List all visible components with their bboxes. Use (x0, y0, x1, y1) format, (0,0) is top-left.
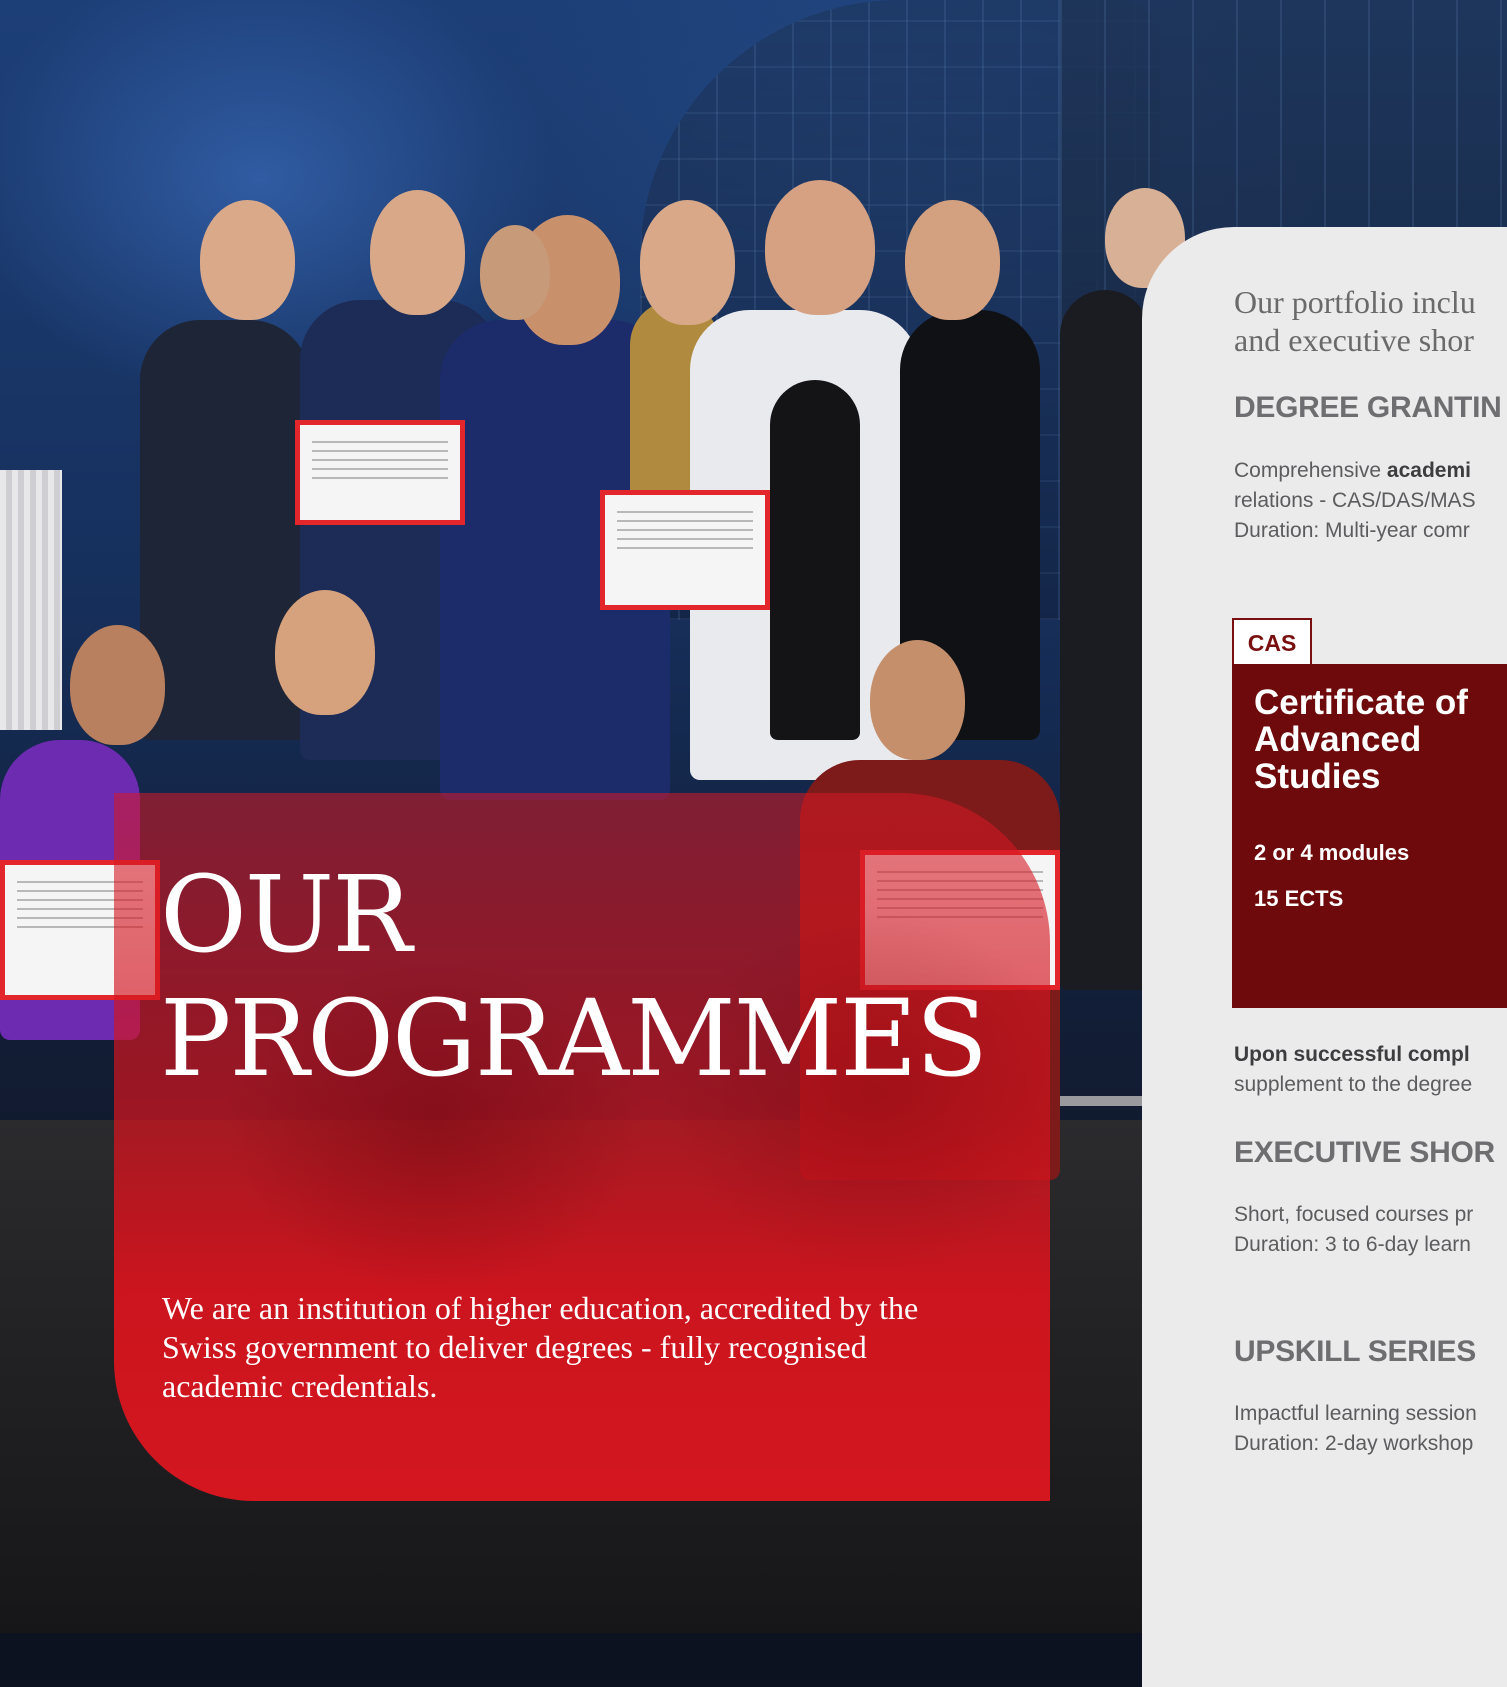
completion-note: Upon successful compl supplement to the … (1234, 1040, 1472, 1100)
page-title: OUR PROGRAMMES (160, 853, 988, 1101)
degree-line-1-pre: Comprehensive (1234, 459, 1387, 482)
degree-line-1-bold: academi (1386, 459, 1471, 482)
upskill-series-heading: UPSKILL SERIES (1234, 1335, 1476, 1368)
executive-line-1: Short, focused courses pr (1234, 1203, 1474, 1226)
intro-line-2: and executive shor (1234, 322, 1474, 358)
executive-short-heading: EXECUTIVE SHOR (1234, 1136, 1495, 1169)
portfolio-intro: Our portfolio inclu and executive shor (1234, 283, 1507, 359)
executive-short-text: Short, focused courses pr Duration: 3 to… (1234, 1200, 1473, 1260)
completion-note-bold: Upon successful compl (1234, 1043, 1470, 1066)
degree-granting-heading: DEGREE GRANTIN (1234, 391, 1502, 424)
programmes-panel: Our portfolio inclu and executive shor D… (1142, 227, 1507, 1687)
intro-line-1: Our portfolio inclu (1234, 284, 1476, 320)
lectern (0, 470, 62, 730)
page-title-line-2: PROGRAMMES (160, 977, 988, 1100)
hero-overlay: OUR PROGRAMMES We are an institution of … (114, 793, 1050, 1501)
hero-description: We are an institution of higher educatio… (162, 1290, 919, 1404)
cas-ects: 15 ECTS (1254, 886, 1344, 911)
cas-card: Certificate of Advanced Studies 2 or 4 m… (1232, 664, 1507, 1008)
degree-line-3: Duration: Multi-year comr (1234, 519, 1470, 542)
executive-line-2: Duration: 3 to 6-day learn (1234, 1233, 1471, 1256)
degree-line-2: relations - CAS/DAS/MAS (1234, 489, 1476, 512)
cas-tab: CAS (1232, 618, 1312, 666)
cas-modules: 2 or 4 modules (1254, 840, 1410, 865)
cas-title: Certificate of Advanced Studies (1254, 683, 1468, 796)
upskill-series-text: Impactful learning session Duration: 2-d… (1234, 1399, 1477, 1459)
upskill-line-2: Duration: 2-day workshop (1234, 1432, 1474, 1455)
completion-note-line-2: supplement to the degree (1234, 1073, 1473, 1096)
page-title-line-1: OUR (160, 853, 412, 976)
upskill-line-1: Impactful learning session (1234, 1402, 1477, 1425)
degree-granting-text: Comprehensive academi relations - CAS/DA… (1234, 456, 1476, 546)
